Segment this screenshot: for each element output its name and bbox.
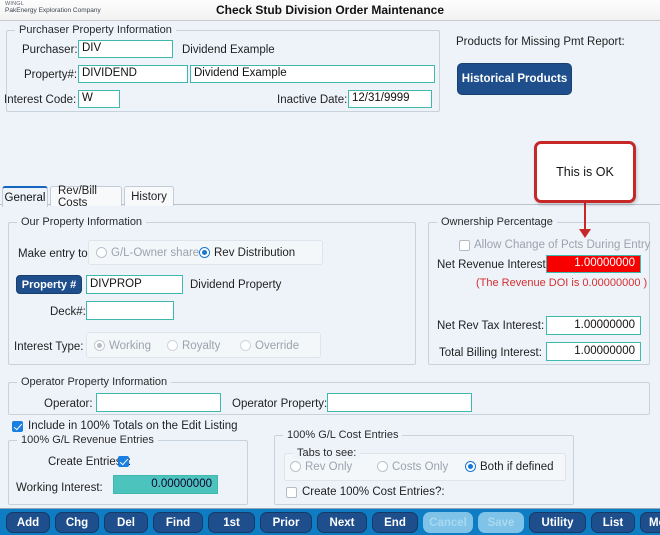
create-100-cost-entries-label: Create 100% Cost Entries?: — [302, 486, 445, 498]
radio-gl-owner-share[interactable] — [96, 247, 107, 258]
operator-property-input[interactable] — [327, 393, 472, 412]
radio-override-label: Override — [255, 340, 300, 352]
callout-box: This is OK — [534, 141, 636, 203]
make-entry-to-label: Make entry to: — [18, 248, 91, 260]
button-utility[interactable]: Utility — [529, 512, 586, 533]
radio-rev-only[interactable] — [290, 461, 301, 472]
button-find-label: Find — [165, 516, 191, 529]
our-property-number-input[interactable]: DIVPROP — [86, 275, 183, 294]
button-end-label: End — [384, 516, 406, 529]
our-property-description: Dividend Property — [190, 279, 282, 291]
cost-entries-legend: 100% G/L Cost Entries — [283, 429, 403, 441]
net-rev-tax-interest-input[interactable]: 1.00000000 — [546, 316, 641, 335]
button-prior[interactable]: Prior — [260, 512, 312, 533]
tabs-to-see-legend: Tabs to see: — [293, 447, 361, 459]
page-title: Check Stub Division Order Maintenance — [215, 3, 445, 17]
button-list[interactable]: List — [591, 512, 635, 533]
radio-costs-only-label: Costs Only — [392, 461, 449, 473]
operator-input[interactable] — [96, 393, 221, 412]
historical-products-button[interactable]: Historical Products — [457, 63, 572, 95]
interest-code-label: Interest Code: — [4, 94, 77, 106]
button-next-label: Next — [329, 516, 355, 529]
bottom-button-bar: Add Chg Del Find 1st Prior Next End Canc… — [0, 508, 660, 535]
button-first-label: 1st — [223, 516, 240, 529]
radio-rev-distribution-label: Rev Distribution — [214, 247, 296, 259]
title-bar: WINGL PakEnergy Exploration Company Chec… — [0, 0, 660, 21]
tab-rev-bill-costs[interactable]: Rev/Bill Costs — [50, 185, 122, 209]
property-number-button[interactable]: Property # — [16, 275, 82, 294]
ownership-legend: Ownership Percentage — [437, 216, 557, 228]
revenue-entries-legend: 100% G/L Revenue Entries — [17, 434, 158, 446]
button-prior-label: Prior — [272, 516, 300, 529]
net-revenue-interest-input[interactable]: 1.00000000 — [546, 255, 641, 273]
purchaser-label: Purchaser: — [22, 44, 78, 56]
property-number-label: Property#: — [24, 69, 78, 81]
callout-arrow-stem — [584, 203, 586, 232]
create-entries-checkbox[interactable] — [118, 456, 129, 467]
button-chg-label: Chg — [65, 516, 89, 529]
working-interest-label: Working Interest: — [16, 482, 103, 494]
create-100-cost-entries-checkbox[interactable] — [286, 487, 297, 498]
button-find[interactable]: Find — [153, 512, 203, 533]
revenue-entries-group: 100% G/L Revenue Entries — [8, 434, 248, 505]
radio-rev-only-label: Rev Only — [305, 461, 353, 473]
interest-type-label: Interest Type: — [14, 341, 84, 353]
button-del[interactable]: Del — [104, 512, 148, 533]
total-billing-interest-label: Total Billing Interest: — [439, 347, 542, 359]
net-rev-tax-interest-label: Net Rev Tax Interest: — [437, 320, 545, 332]
property-number-input[interactable]: DIVIDEND — [78, 65, 188, 83]
allow-change-pcts-checkbox[interactable] — [459, 240, 470, 251]
purchaser-input[interactable]: DIV — [78, 40, 173, 58]
button-save-label: Save — [487, 516, 515, 529]
radio-working[interactable] — [94, 340, 105, 351]
working-interest-input[interactable]: 0.00000000 — [113, 475, 218, 494]
button-list-label: List — [602, 516, 624, 529]
total-billing-interest-input[interactable]: 1.00000000 — [546, 342, 641, 361]
radio-rev-distribution[interactable] — [199, 247, 210, 258]
radio-royalty[interactable] — [167, 340, 178, 351]
net-revenue-interest-label: Net Revenue Interest: — [437, 259, 549, 271]
purchaser-description: Dividend Example — [182, 44, 275, 56]
radio-both-if-defined-label: Both if defined — [480, 461, 554, 473]
button-menu-label: Menu — [648, 516, 660, 529]
button-first[interactable]: 1st — [208, 512, 255, 533]
operator-label: Operator: — [44, 398, 93, 410]
operator-group-legend: Operator Property Information — [17, 376, 172, 388]
inactive-date-label: Inactive Date: — [277, 94, 348, 106]
deck-number-label: Deck#: — [50, 306, 86, 318]
include-100-totals-checkbox[interactable] — [12, 421, 23, 432]
radio-working-label: Working — [109, 340, 151, 352]
button-next[interactable]: Next — [317, 512, 367, 533]
interest-code-input[interactable]: W — [78, 90, 120, 108]
callout-arrow-head — [579, 229, 591, 238]
button-utility-label: Utility — [541, 516, 574, 529]
button-menu[interactable]: Menu — [640, 512, 660, 533]
inactive-date-input[interactable]: 12/31/9999 — [348, 90, 432, 108]
our-property-legend: Our Property Information — [17, 216, 147, 228]
operator-property-label: Operator Property: — [232, 398, 328, 410]
deck-number-input[interactable] — [86, 301, 174, 320]
button-save: Save — [478, 512, 524, 533]
allow-change-pcts-label: Allow Change of Pcts During Entry — [474, 239, 651, 251]
radio-royalty-label: Royalty — [182, 340, 221, 352]
tab-history[interactable]: History — [124, 186, 174, 206]
radio-costs-only[interactable] — [377, 461, 388, 472]
radio-both-if-defined[interactable] — [465, 461, 476, 472]
button-end[interactable]: End — [372, 512, 418, 533]
button-add[interactable]: Add — [6, 512, 50, 533]
purchaser-group-legend: Purchaser Property Information — [15, 24, 176, 36]
revenue-doi-note: (The Revenue DOI is 0.00000000 ) — [476, 277, 648, 289]
tab-general[interactable]: General — [2, 186, 48, 207]
button-cancel: Cancel — [423, 512, 473, 533]
radio-gl-owner-share-label: G/L-Owner share — [111, 247, 200, 259]
button-cancel-label: Cancel — [429, 516, 467, 529]
include-100-totals-label: Include in 100% Totals on the Edit Listi… — [28, 420, 238, 432]
button-add-label: Add — [16, 516, 40, 529]
button-del-label: Del — [117, 516, 135, 529]
property-description-input[interactable]: Dividend Example — [190, 65, 435, 83]
radio-override[interactable] — [240, 340, 251, 351]
missing-pmt-label: Products for Missing Pmt Report: — [456, 36, 625, 48]
button-chg[interactable]: Chg — [55, 512, 99, 533]
